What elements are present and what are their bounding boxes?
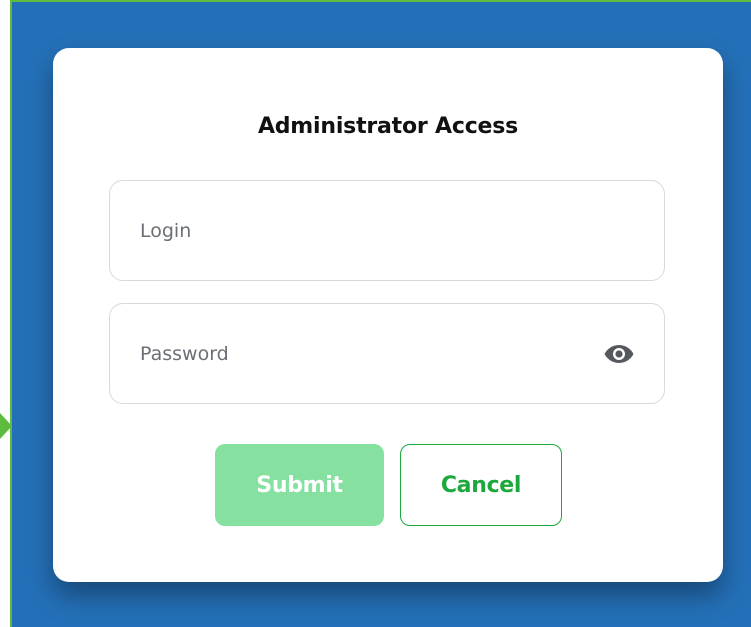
arrow-pointer-icon — [0, 413, 12, 439]
cancel-button[interactable]: Cancel — [400, 444, 562, 526]
dialog-title: Administrator Access — [257, 114, 519, 139]
eye-icon[interactable] — [602, 342, 636, 366]
login-field[interactable] — [109, 180, 665, 281]
screen: Administrator Access Submit Cancel — [0, 0, 751, 627]
password-input[interactable] — [110, 333, 560, 374]
login-input[interactable] — [110, 210, 560, 251]
submit-button[interactable]: Submit — [215, 444, 384, 526]
password-field[interactable] — [109, 303, 665, 404]
admin-access-dialog: Administrator Access Submit Cancel — [53, 48, 723, 582]
